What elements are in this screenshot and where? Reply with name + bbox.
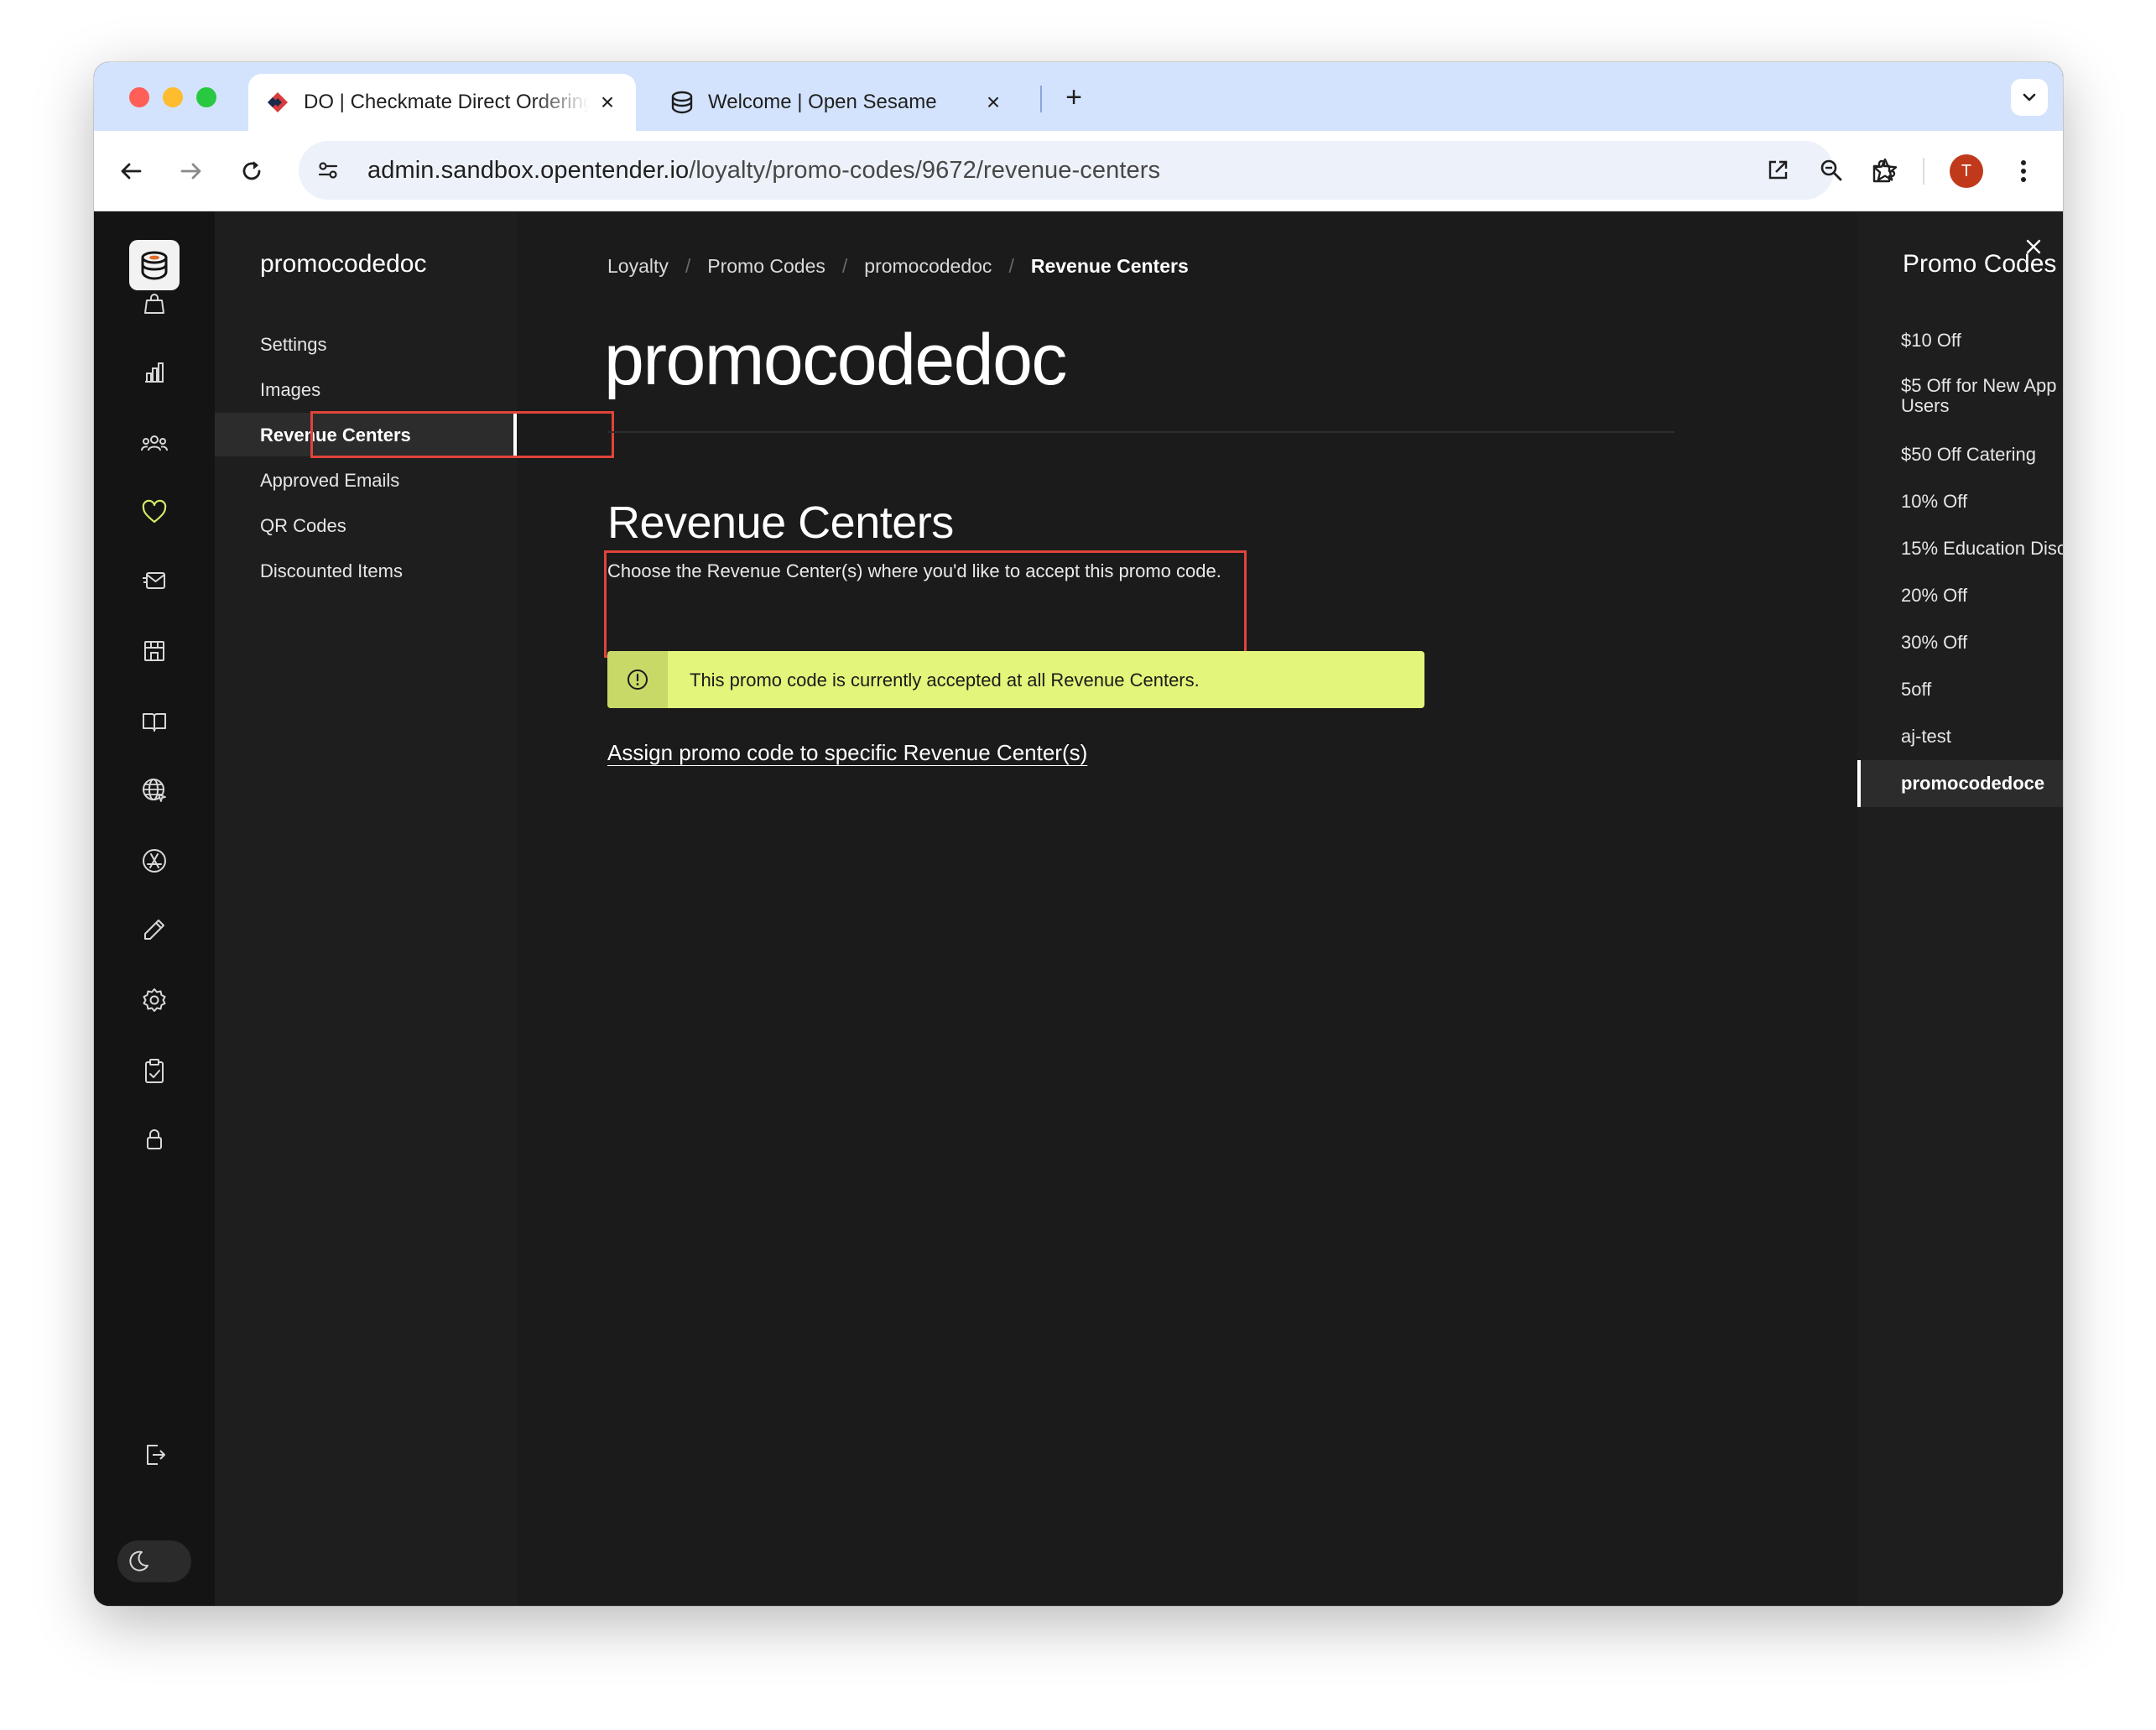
store-icon[interactable]: [138, 634, 171, 668]
promo-code-item[interactable]: 5off: [1901, 680, 2060, 700]
back-button[interactable]: [111, 151, 151, 191]
subnav-item-images[interactable]: Images: [260, 379, 320, 401]
open-sesame-logo[interactable]: [129, 240, 180, 290]
chevron-down-icon: [2023, 93, 2036, 102]
reload-button[interactable]: [232, 151, 272, 191]
arrow-left-icon: [121, 163, 142, 180]
subnav-item-discounted-items[interactable]: Discounted Items: [260, 560, 403, 582]
promo-code-item[interactable]: 15% Education Discount: [1901, 539, 2063, 559]
open-sesame-logo-icon: [669, 90, 695, 115]
breadcrumb-promo-codes[interactable]: Promo Codes: [707, 255, 825, 278]
subnav-title: promocodedoc: [260, 250, 427, 278]
title-divider: [607, 431, 1674, 433]
extensions-button[interactable]: [1862, 151, 1903, 191]
breadcrumb-current: Revenue Centers: [1030, 255, 1189, 277]
breadcrumb-loyalty[interactable]: Loyalty: [607, 255, 669, 278]
tab-search-button[interactable]: [2011, 79, 2048, 116]
reload-icon: [242, 161, 261, 180]
pencil-icon[interactable]: [138, 913, 171, 946]
tab-title: DO | Checkmate Direct Ordering: [304, 91, 589, 113]
highlight-annotation: [604, 550, 1247, 658]
subnav-item-approved-emails[interactable]: Approved Emails: [260, 470, 399, 492]
promo-code-item[interactable]: $5 Off for New App Users: [1901, 376, 2060, 416]
heart-icon[interactable]: [138, 495, 171, 529]
moon-icon: [122, 1545, 154, 1577]
url-path: /loyalty/promo-codes/9672/revenue-center…: [689, 156, 1161, 184]
new-tab-button[interactable]: +: [1057, 81, 1091, 114]
address-bar[interactable]: admin.sandbox.opentender.io/loyalty/prom…: [299, 141, 1898, 200]
browser-toolbar: admin.sandbox.opentender.io/loyalty/prom…: [94, 131, 2063, 211]
breadcrumb-separator: /: [841, 255, 848, 277]
main-content: Loyalty / Promo Codes / promocodedoc / R…: [517, 211, 1775, 1606]
close-tab-icon[interactable]: ×: [596, 89, 619, 115]
dark-mode-toggle[interactable]: [117, 1540, 191, 1582]
app-store-icon[interactable]: [138, 844, 171, 878]
toolbar-separator: [1923, 158, 1924, 185]
more-vertical-icon: [2021, 160, 2026, 182]
browser-menu-button[interactable]: [2003, 151, 2044, 191]
zoom-icon[interactable]: [1812, 151, 1851, 190]
breadcrumb-separator: /: [1008, 255, 1014, 277]
arrow-right-icon: [180, 163, 201, 180]
alert-text: This promo code is currently accepted at…: [690, 670, 1200, 690]
browser-window: DO | Checkmate Direct Ordering × Welcome…: [94, 62, 2063, 1606]
app-root: promocodedoc Settings Images Revenue Cen…: [94, 211, 2063, 1606]
puzzle-icon: [1872, 159, 1896, 183]
promo-code-subnav: promocodedoc Settings Images Revenue Cen…: [215, 211, 614, 1606]
section-title: Revenue Centers: [607, 498, 954, 548]
promo-code-item[interactable]: 10% Off: [1901, 492, 2060, 512]
icon-sidebar: [94, 211, 215, 1606]
alert-info-icon: [607, 651, 668, 708]
subnav-item-settings[interactable]: Settings: [260, 334, 327, 356]
message-icon[interactable]: [138, 564, 171, 597]
lock-icon[interactable]: [138, 1123, 171, 1156]
promo-code-item-active[interactable]: promocodedoce: [1901, 774, 2060, 794]
close-window-button[interactable]: [129, 87, 149, 107]
checkmate-logo-icon: [265, 90, 290, 115]
clipboard-check-icon[interactable]: [138, 1054, 171, 1087]
breadcrumb-separator: /: [685, 255, 691, 277]
gear-icon[interactable]: [138, 983, 171, 1017]
info-alert: This promo code is currently accepted at…: [607, 651, 1424, 708]
breadcrumb-promocodedoc[interactable]: promocodedoc: [864, 255, 992, 278]
forward-button[interactable]: [171, 151, 211, 191]
tab-strip: DO | Checkmate Direct Ordering × Welcome…: [94, 62, 2063, 131]
close-tab-icon[interactable]: ×: [982, 89, 1005, 115]
tab-open-sesame[interactable]: Welcome | Open Sesame ×: [651, 74, 1022, 131]
customers-icon[interactable]: [138, 426, 171, 460]
subnav-item-qr-codes[interactable]: QR Codes: [260, 515, 346, 537]
promo-code-item[interactable]: 20% Off: [1901, 586, 2060, 606]
open-sesame-logo-icon: [141, 251, 168, 280]
maximize-window-button[interactable]: [196, 87, 216, 107]
breadcrumb: Loyalty / Promo Codes / promocodedoc / R…: [607, 255, 1189, 278]
url-text: admin.sandbox.opentender.io/loyalty/prom…: [367, 157, 1160, 185]
bar-chart-icon[interactable]: [138, 356, 171, 389]
assign-revenue-centers-link[interactable]: Assign promo code to specific Revenue Ce…: [607, 740, 1087, 766]
promo-code-item[interactable]: aj-test: [1901, 727, 2060, 747]
profile-avatar[interactable]: T: [1950, 154, 1983, 188]
tab-checkmate[interactable]: DO | Checkmate Direct Ordering ×: [248, 74, 636, 131]
promo-code-item[interactable]: 30% Off: [1901, 633, 2060, 653]
logout-icon[interactable]: [138, 1438, 171, 1472]
minimize-window-button[interactable]: [163, 87, 183, 107]
site-settings-icon[interactable]: [309, 151, 347, 190]
profile-initial: T: [1961, 161, 1972, 180]
shopping-bag-icon[interactable]: [138, 287, 171, 320]
promo-codes-panel: Promo Codes $10 Off $5 Off for New App U…: [1857, 211, 2063, 1606]
promo-code-item[interactable]: $50 Off Catering: [1901, 445, 2060, 465]
tab-title: Welcome | Open Sesame: [708, 91, 937, 113]
url-host: admin.sandbox.opentender.io: [367, 156, 690, 184]
open-in-app-icon[interactable]: [1758, 151, 1797, 190]
tab-separator: [1040, 86, 1042, 112]
book-icon[interactable]: [138, 705, 171, 738]
close-icon[interactable]: [2017, 230, 2050, 263]
promo-code-item[interactable]: $10 Off: [1901, 331, 2060, 351]
globe-icon[interactable]: [138, 774, 171, 807]
page-title: promocodedoc: [604, 320, 1067, 400]
